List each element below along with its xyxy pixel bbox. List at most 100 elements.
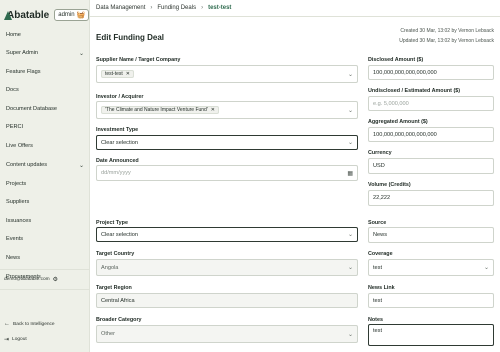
user-email: demo@abatable.com — [4, 277, 50, 282]
investment-type-label: Investment Type — [96, 127, 139, 133]
sidebar-item-content-updates[interactable]: Content updates ⌄ — [6, 162, 84, 169]
notes-label: Notes — [368, 317, 383, 323]
investor-label: Investor / Acquirer — [96, 94, 144, 100]
updated-meta: Updated 30 Mar, 13:02 by Vernon Lebsack — [399, 38, 494, 44]
target-country-select[interactable]: Angola ⌄ — [96, 259, 358, 276]
arrow-left-icon: ← — [4, 321, 10, 327]
breadcrumb-current: test-test — [208, 5, 232, 11]
chevron-down-icon: ⌄ — [78, 163, 84, 169]
volume-label: Volume (Credits) — [368, 182, 411, 188]
investment-type-value: Clear selection — [101, 139, 138, 146]
sidebar-item-live-offers[interactable]: Live Offers — [6, 143, 33, 149]
volume-input[interactable]: 22,222 — [368, 190, 494, 206]
sidebar-item-perci[interactable]: PERCI — [6, 124, 23, 130]
back-label: Back to Intelligence — [13, 321, 55, 327]
date-announced-input[interactable]: dd/mm/yyyy ▦ — [96, 165, 358, 181]
chevron-down-icon: ⌄ — [347, 232, 353, 238]
disclosed-amount-label: Disclosed Amount ($) — [368, 57, 424, 63]
aggregated-amount-input[interactable]: 100,000,000,000,000,000 — [368, 127, 494, 142]
currency-value: USD — [373, 163, 385, 169]
aggregated-amount-label: Aggregated Amount ($) — [368, 119, 428, 125]
project-type-label: Project Type — [96, 220, 128, 226]
chevron-right-icon: › — [201, 5, 204, 11]
date-announced-label: Date Announced — [96, 158, 139, 164]
gear-icon[interactable]: ⚙ — [53, 276, 58, 283]
sidebar-item-news[interactable]: News — [6, 255, 20, 261]
divider — [0, 289, 90, 290]
supplier-select[interactable]: test-test ✕ ⌄ — [96, 65, 358, 83]
chevron-down-icon: ⌄ — [347, 140, 353, 146]
chevron-right-icon: › — [150, 5, 153, 11]
investor-tag-label: 'The Climate and Nature Impact Venture F… — [105, 107, 208, 113]
admin-badge[interactable]: admin 🧺 — [54, 9, 90, 21]
disclosed-amount-input[interactable]: 100,000,000,000,000,000 — [368, 65, 494, 80]
coverage-label: Coverage — [368, 251, 393, 257]
sidebar: Abatable admin 🧺 Home Super Admin ⌄ Feat… — [0, 0, 90, 352]
broader-category-value: Other — [101, 331, 115, 337]
currency-input[interactable]: USD — [368, 158, 494, 174]
breadcrumb-data-management[interactable]: Data Management — [96, 5, 145, 11]
brand: Abatable admin 🧺 — [0, 4, 90, 26]
notes-value: test — [373, 328, 383, 334]
sidebar-item-home[interactable]: Home — [6, 32, 21, 38]
calendar-icon[interactable]: ▦ — [347, 170, 353, 177]
divider — [0, 269, 90, 270]
currency-label: Currency — [368, 150, 392, 156]
volume-value: 22,222 — [373, 195, 391, 201]
broader-category-select[interactable]: Other ⌄ — [96, 325, 358, 343]
broader-category-label: Broader Category — [96, 317, 142, 323]
chevron-down-icon: ⌄ — [347, 331, 353, 338]
project-type-value: Clear selection — [101, 231, 138, 238]
sidebar-item-events[interactable]: Events — [6, 236, 23, 242]
chevron-down-icon: ⌄ — [347, 107, 353, 114]
sidebar-item-label: Super Admin — [6, 50, 39, 56]
target-region-value: Central Africa — [101, 297, 135, 304]
created-meta: Created 30 Mar, 13:02 by Vernon Lebsack — [400, 28, 494, 34]
investment-type-select[interactable]: Clear selection ⌄ — [96, 135, 358, 150]
undisclosed-amount-label: Undisclosed / Estimated Amount ($) — [368, 88, 461, 94]
supplier-tag-label: test-test — [105, 71, 123, 77]
page-title: Edit Funding Deal — [96, 33, 164, 42]
breadcrumb-funding-deals[interactable]: Funding Deals — [157, 5, 196, 11]
main-content: Edit Funding Deal Created 30 Mar, 13:02 … — [90, 17, 500, 352]
back-to-intelligence-link[interactable]: ← Back to Intelligence — [4, 321, 55, 327]
source-value: News — [373, 232, 387, 238]
news-link-value: test — [373, 297, 383, 304]
investor-tag: 'The Climate and Nature Impact Venture F… — [101, 106, 219, 114]
close-icon[interactable]: ✕ — [211, 107, 215, 113]
supplier-label: Supplier Name / Target Company — [96, 57, 181, 63]
sidebar-item-docs[interactable]: Docs — [6, 87, 19, 93]
logout-label: Logout — [12, 337, 27, 342]
news-link-input[interactable]: test — [368, 293, 494, 308]
sidebar-item-document-database[interactable]: Document Database — [6, 106, 57, 112]
chevron-down-icon: ⌄ — [483, 265, 489, 271]
undisclosed-amount-input[interactable]: e.g. 5,000,000 — [368, 96, 494, 111]
chevron-down-icon: ⌄ — [347, 265, 353, 271]
basket-icon: 🧺 — [76, 12, 86, 19]
sidebar-item-label: Content updates — [6, 162, 48, 168]
supplier-tag: test-test ✕ — [101, 70, 134, 78]
close-icon[interactable]: ✕ — [126, 71, 130, 77]
coverage-value: test — [373, 264, 383, 271]
notes-textarea[interactable]: test — [368, 324, 494, 346]
investor-select[interactable]: 'The Climate and Nature Impact Venture F… — [96, 101, 358, 119]
target-country-value: Angola — [101, 264, 119, 271]
sidebar-item-super-admin[interactable]: Super Admin ⌄ — [6, 50, 84, 57]
news-link-label: News Link — [368, 285, 395, 291]
source-label: Source — [368, 220, 387, 226]
target-region-label: Target Region — [96, 285, 132, 291]
sidebar-item-issuances[interactable]: Issuances — [6, 218, 31, 224]
source-input[interactable]: News — [368, 227, 494, 243]
sidebar-item-feature-flags[interactable]: Feature Flags — [6, 69, 41, 75]
breadcrumb: Data Management › Funding Deals › test-t… — [90, 0, 500, 17]
logout-link[interactable]: ⇥ Logout — [4, 336, 27, 343]
project-type-select[interactable]: Clear selection ⌄ — [96, 227, 358, 242]
target-region-input[interactable]: Central Africa — [96, 293, 358, 308]
sidebar-item-suppliers[interactable]: Suppliers — [6, 199, 29, 205]
coverage-select[interactable]: test ⌄ — [368, 259, 494, 276]
chevron-down-icon: ⌄ — [78, 51, 84, 57]
disclosed-amount-value: 100,000,000,000,000,000 — [373, 69, 437, 76]
undisclosed-amount-placeholder: e.g. 5,000,000 — [373, 100, 409, 107]
sidebar-item-projects[interactable]: Projects — [6, 181, 26, 187]
logout-icon: ⇥ — [4, 337, 10, 343]
